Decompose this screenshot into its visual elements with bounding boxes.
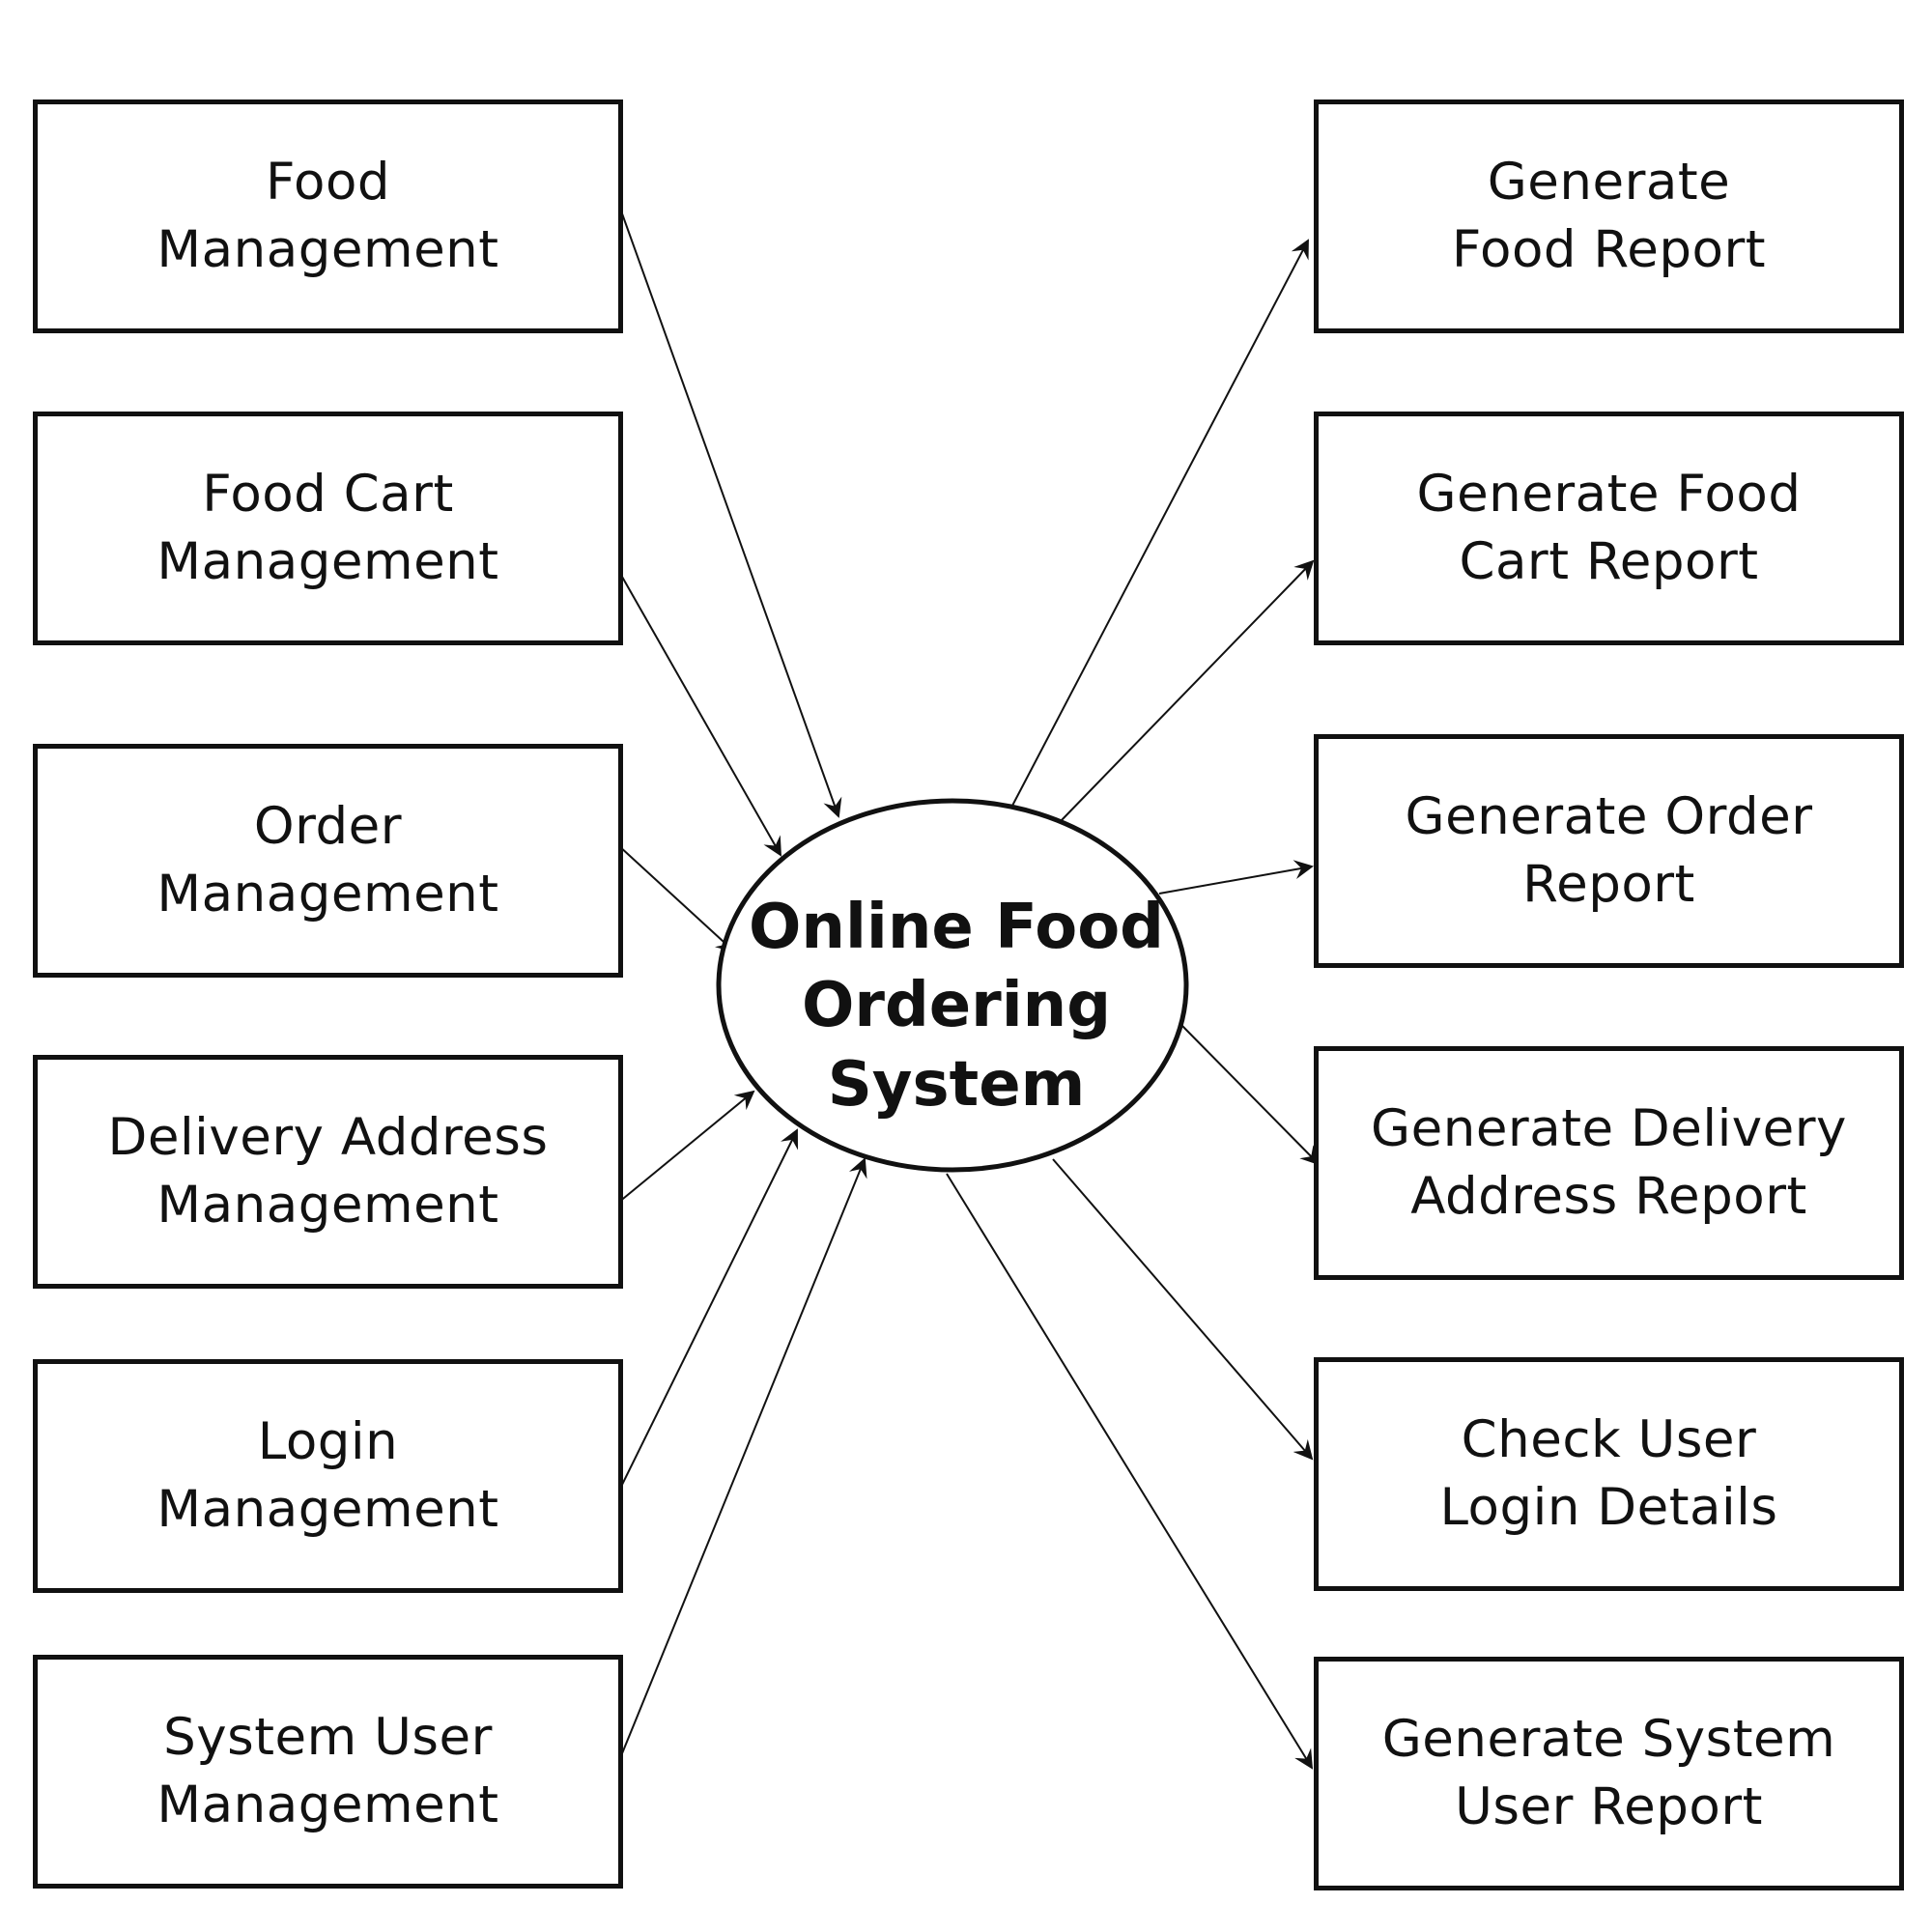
flow-arrow-generate-food-report [1011,239,1309,807]
output-label-generate-food-cart-report: Generate Food Cart Report [1416,465,1802,591]
flow-arrow-generate-food-cart-report [1060,559,1315,822]
flow-arrow-generate-system-user-report [946,1173,1314,1770]
input-label-login-management: Login Management [156,1412,499,1539]
input-label-system-user-management: System User Management [156,1708,499,1834]
output-label-generate-food-report: Generate Food Report [1451,153,1767,279]
input-label-food-management: Food Management [156,153,499,279]
input-box-order-management: Order Management [33,744,623,978]
flow-arrow-food-management [617,202,842,818]
input-label-order-management: Order Management [156,797,499,923]
output-label-generate-delivery-address-report: Generate Delivery Address Report [1371,1099,1847,1226]
flow-arrow-check-user-login-details [1052,1158,1314,1461]
output-label-check-user-login-details: Check User Login Details [1439,1410,1778,1537]
input-label-food-cart-management: Food Cart Management [156,465,499,591]
input-box-login-management: Login Management [33,1359,623,1593]
output-box-generate-order-report: Generate Order Report [1314,734,1904,968]
input-box-delivery-address-management: Delivery Address Management [33,1055,623,1289]
output-box-generate-food-cart-report: Generate Food Cart Report [1314,412,1904,645]
output-box-generate-system-user-report: Generate System User Report [1314,1657,1904,1890]
flow-arrow-login-management [617,1128,799,1493]
input-label-delivery-address-management: Delivery Address Management [107,1108,549,1235]
flow-arrow-food-cart-management [617,569,781,857]
output-box-check-user-login-details: Check User Login Details [1314,1357,1904,1591]
output-box-generate-delivery-address-report: Generate Delivery Address Report [1314,1046,1904,1280]
flow-arrow-system-user-management [617,1157,867,1764]
flow-arrow-generate-delivery-address-report [1179,1023,1321,1166]
output-label-generate-order-report: Generate Order Report [1405,787,1813,914]
output-box-generate-food-report: Generate Food Report [1314,99,1904,333]
output-label-generate-system-user-report: Generate System User Report [1381,1710,1836,1836]
flow-arrow-order-management [617,844,736,953]
input-box-system-user-management: System User Management [33,1655,623,1889]
input-box-food-management: Food Management [33,99,623,333]
input-box-food-cart-management: Food Cart Management [33,412,623,645]
central-process-label: Online Food Ordering System [749,892,1164,1121]
